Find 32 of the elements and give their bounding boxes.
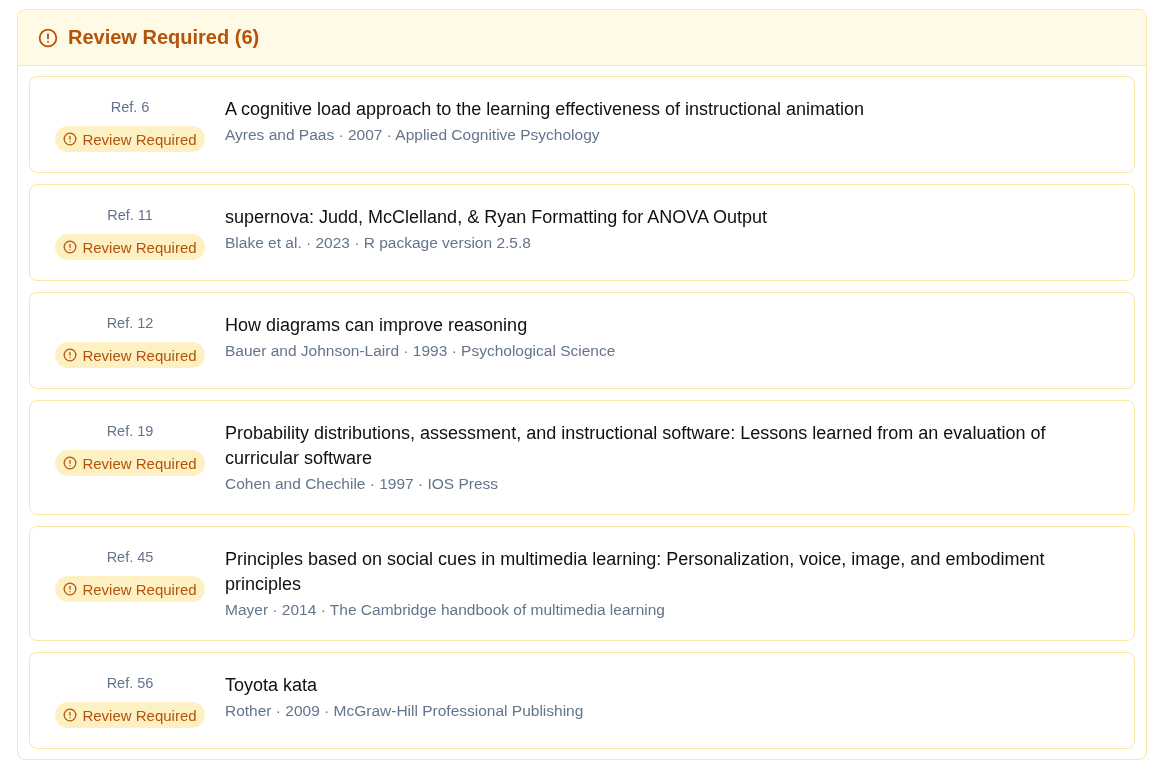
reference-meta: Cohen and Chechile · 1997 · IOS Press bbox=[225, 474, 500, 494]
reference-title: supernova: Judd, McClelland, & Ryan Formatting for ANOVA Output bbox=[225, 206, 768, 229]
status-label: Review Required bbox=[82, 580, 197, 598]
reference-meta: Bauer and Johnson-Laird · 1993 · Psychological Science bbox=[225, 341, 617, 361]
reference-meta: Ayres and Paas · 2007 · Applied Cognitive Psychology bbox=[225, 125, 601, 145]
reference-title: A cognitive load approach to the learning effectiveness of instructional animation bbox=[225, 98, 866, 121]
reference-number: Ref. 11 bbox=[107, 206, 153, 225]
reference-number: Ref. 19 bbox=[106, 422, 154, 441]
reference-title: Probability distributions, assessment, and instructional software: Lessons learned from an evaluation of curricular software bbox=[225, 422, 1047, 470]
status-label: Review Required bbox=[82, 130, 197, 148]
exclamation-circle-icon bbox=[63, 348, 78, 362]
reference-number: Ref. 56 bbox=[106, 674, 154, 693]
reference-meta: Blake et al. · 2023 · R package version 2.5.8 bbox=[225, 233, 532, 253]
reference-meta: Rother · 2009 · McGraw-Hill Professional Publishing bbox=[225, 701, 585, 721]
exclamation-circle-icon bbox=[38, 27, 58, 48]
reference-number: Ref. 6 bbox=[110, 98, 150, 117]
reference-title: How diagrams can improve reasoning bbox=[225, 314, 529, 337]
exclamation-circle-icon bbox=[63, 582, 78, 596]
status-label: Review Required bbox=[82, 454, 197, 472]
panel-title: Review Required (6) bbox=[68, 26, 260, 49]
exclamation-circle-icon bbox=[63, 132, 78, 146]
exclamation-circle-icon bbox=[63, 456, 78, 470]
reference-meta: Mayer · 2014 · The Cambridge handbook of multimedia learning bbox=[225, 600, 666, 620]
status-label: Review Required bbox=[82, 346, 197, 364]
status-label: Review Required bbox=[82, 238, 197, 256]
status-label: Review Required bbox=[82, 706, 197, 724]
reference-title: Toyota kata bbox=[225, 674, 319, 697]
reference-number: Ref. 12 bbox=[106, 314, 154, 333]
exclamation-circle-icon bbox=[63, 240, 78, 254]
reference-title: Principles based on social cues in multimedia learning: Personalization, voice, image, and embodiment principles bbox=[225, 548, 1046, 596]
reference-number: Ref. 45 bbox=[106, 548, 154, 567]
exclamation-circle-icon bbox=[63, 708, 78, 722]
